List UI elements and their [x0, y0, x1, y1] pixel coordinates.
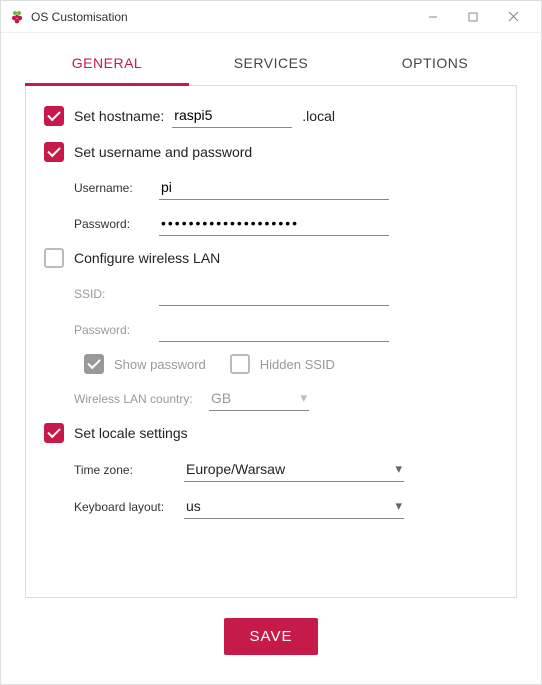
- minimize-button[interactable]: [413, 3, 453, 31]
- locale-row: Set locale settings: [44, 423, 498, 443]
- ssid-row: SSID:: [74, 282, 498, 306]
- ssid-input: [159, 282, 389, 306]
- username-label: Username:: [74, 181, 159, 195]
- hidden-ssid-label: Hidden SSID: [260, 357, 335, 372]
- titlebar: OS Customisation: [1, 1, 541, 33]
- hidden-ssid-checkbox: [230, 354, 250, 374]
- ssid-label: SSID:: [74, 287, 159, 301]
- keyboard-value: us: [186, 498, 395, 514]
- wifi-country-value: GB: [211, 390, 300, 406]
- window-title: OS Customisation: [31, 10, 128, 24]
- hostname-input[interactable]: [172, 104, 292, 128]
- wifi-country-label: Wireless LAN country:: [74, 392, 209, 406]
- keyboard-label: Keyboard layout:: [74, 500, 184, 514]
- chevron-down-icon: ▾: [300, 390, 307, 406]
- wifi-password-label: Password:: [74, 323, 159, 337]
- keyboard-select[interactable]: us ▾: [184, 494, 404, 519]
- hostname-row: Set hostname: .local: [44, 104, 498, 128]
- wifi-country-select: GB ▾: [209, 386, 309, 411]
- raspberry-pi-logo-icon: [9, 9, 25, 25]
- wifi-label: Configure wireless LAN: [74, 250, 220, 266]
- password-row: Password:: [74, 212, 498, 236]
- maximize-button[interactable]: [453, 3, 493, 31]
- show-password-checkbox: [84, 354, 104, 374]
- wifi-row: Configure wireless LAN: [44, 248, 498, 268]
- show-password-label: Show password: [114, 357, 206, 372]
- credentials-checkbox[interactable]: [44, 142, 64, 162]
- close-button[interactable]: [493, 3, 533, 31]
- username-row: Username:: [74, 176, 498, 200]
- hostname-checkbox[interactable]: [44, 106, 64, 126]
- credentials-row: Set username and password: [44, 142, 498, 162]
- locale-checkbox[interactable]: [44, 423, 64, 443]
- wifi-password-row: Password:: [74, 318, 498, 342]
- timezone-select[interactable]: Europe/Warsaw ▾: [184, 457, 404, 482]
- tab-general[interactable]: GENERAL: [25, 45, 189, 86]
- tab-options[interactable]: OPTIONS: [353, 45, 517, 85]
- wifi-checkbox[interactable]: [44, 248, 64, 268]
- chevron-down-icon: ▾: [395, 498, 402, 514]
- timezone-value: Europe/Warsaw: [186, 461, 395, 477]
- footer: SAVE: [1, 598, 541, 655]
- username-input[interactable]: [159, 176, 389, 200]
- timezone-row: Time zone: Europe/Warsaw ▾: [74, 457, 498, 482]
- password-input[interactable]: [159, 212, 389, 236]
- password-label: Password:: [74, 217, 159, 231]
- hostname-suffix: .local: [302, 108, 335, 124]
- wifi-password-input: [159, 318, 389, 342]
- wifi-options-row: Show password Hidden SSID: [84, 354, 498, 374]
- wifi-country-row: Wireless LAN country: GB ▾: [74, 386, 498, 411]
- general-panel: Set hostname: .local Set username and pa…: [25, 86, 517, 598]
- save-button[interactable]: SAVE: [224, 618, 319, 655]
- chevron-down-icon: ▾: [395, 461, 402, 477]
- tab-services[interactable]: SERVICES: [189, 45, 353, 85]
- hostname-label: Set hostname:: [74, 108, 164, 124]
- locale-label: Set locale settings: [74, 425, 188, 441]
- credentials-label: Set username and password: [74, 144, 252, 160]
- keyboard-row: Keyboard layout: us ▾: [74, 494, 498, 519]
- tabs: GENERAL SERVICES OPTIONS: [25, 45, 517, 86]
- timezone-label: Time zone:: [74, 463, 184, 477]
